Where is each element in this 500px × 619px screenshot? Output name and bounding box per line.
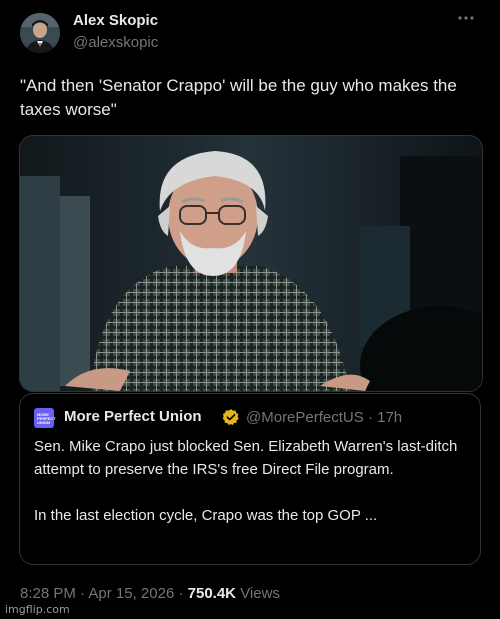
quoted-author-logo-text: MORE PERFECT UNION — [37, 412, 56, 425]
views-label: Views — [240, 585, 280, 602]
more-horizontal-icon[interactable] — [456, 12, 476, 24]
quoted-author-name[interactable]: More Perfect Union — [64, 408, 202, 425]
tweet-time[interactable]: 8:28 PM — [20, 585, 76, 602]
quoted-separator: · — [367, 409, 373, 426]
quoted-time[interactable]: 17h — [377, 409, 402, 426]
tweet-date[interactable]: Apr 15, 2026 — [88, 585, 174, 602]
quoted-author-logo[interactable]: MORE PERFECT UNION — [34, 408, 56, 428]
watermark: imgflip.com — [5, 603, 70, 616]
author-name[interactable]: Alex Skopic — [73, 12, 158, 29]
meta-separator: · — [80, 585, 86, 602]
tweet: Alex Skopic @alexskopic "And then 'Senat… — [0, 0, 500, 619]
tweet-meta: 8:28 PM · Apr 15, 2026 · 750.4K Views — [20, 585, 280, 602]
author-avatar[interactable] — [20, 13, 60, 53]
verified-badge-icon — [222, 408, 240, 426]
quoted-text: Sen. Mike Crapo just blocked Sen. Elizab… — [34, 438, 458, 524]
quoted-tweet[interactable]: MORE PERFECT UNION More Perfect Union @M… — [19, 393, 481, 565]
quoted-author-handle[interactable]: @MorePerfectUS — [246, 409, 364, 426]
tweet-text: "And then 'Senator Crappo' will be the g… — [20, 76, 457, 119]
meta-separator: · — [178, 585, 184, 602]
author-handle[interactable]: @alexskopic — [73, 34, 158, 51]
views-count[interactable]: 750.4K — [188, 585, 236, 602]
quoted-author-handle-row[interactable]: @MorePerfectUS · 17h — [246, 409, 402, 426]
tweet-media[interactable] — [19, 135, 483, 392]
